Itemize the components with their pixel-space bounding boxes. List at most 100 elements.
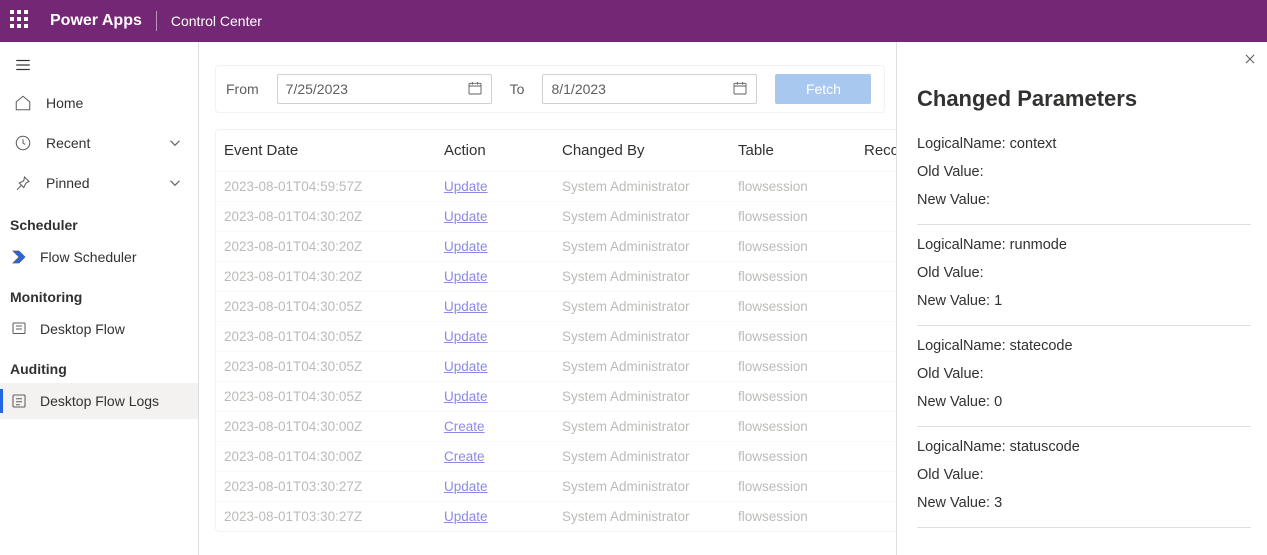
param-block: LogicalName: contextOld Value:New Value: (917, 124, 1251, 225)
cell-action: Create (444, 449, 562, 464)
cell-action: Create (444, 419, 562, 434)
cell-date: 2023-08-01T04:30:05Z (224, 359, 444, 374)
sidebar-item-label: Flow Scheduler (40, 249, 137, 265)
sidebar-item-desktop-flow[interactable]: Desktop Flow (0, 311, 198, 347)
cell-table: flowsession (738, 329, 864, 344)
sidebar-item-pinned[interactable]: Pinned (0, 163, 198, 203)
changed-parameters-panel: Changed Parameters LogicalName: contextO… (896, 42, 1267, 555)
cell-action: Update (444, 299, 562, 314)
app-launcher-icon[interactable] (10, 10, 32, 32)
sidebar-item-label: Home (46, 95, 83, 111)
flow-icon (10, 248, 28, 266)
app-header: Power Apps Control Center (0, 0, 1267, 42)
cell-changedby: System Administrator (562, 269, 738, 284)
cell-date: 2023-08-01T04:30:05Z (224, 329, 444, 344)
cell-table: flowsession (738, 179, 864, 194)
cell-changedby: System Administrator (562, 329, 738, 344)
col-header-action[interactable]: Action (444, 142, 562, 159)
desktop-icon (10, 320, 28, 338)
action-link[interactable]: Update (444, 269, 488, 284)
sidebar-item-home[interactable]: Home (0, 83, 198, 123)
sidebar-item-recent[interactable]: Recent (0, 123, 198, 163)
action-link[interactable]: Update (444, 479, 488, 494)
param-oldvalue: Old Value: (917, 360, 1251, 388)
cell-changedby: System Administrator (562, 179, 738, 194)
sidebar-item-flow-scheduler[interactable]: Flow Scheduler (0, 239, 198, 275)
sidebar-section-scheduler: Scheduler (0, 203, 198, 239)
from-label: From (226, 81, 259, 97)
param-newvalue: New Value: 0 (917, 388, 1251, 416)
cell-changedby: System Administrator (562, 509, 738, 524)
param-logicalname: LogicalName: runmode (917, 231, 1251, 259)
action-link[interactable]: Update (444, 389, 488, 404)
sidebar-item-label: Desktop Flow Logs (40, 393, 159, 409)
cell-action: Update (444, 269, 562, 284)
action-link[interactable]: Create (444, 449, 485, 464)
cell-table: flowsession (738, 209, 864, 224)
calendar-icon (467, 80, 483, 99)
param-logicalname: LogicalName: statuscode (917, 433, 1251, 461)
cell-changedby: System Administrator (562, 479, 738, 494)
from-date-value: 7/25/2023 (286, 81, 348, 97)
main-content: From 7/25/2023 To 8/1/2023 Fetch Event D… (199, 42, 1267, 555)
param-newvalue: New Value: 1 (917, 287, 1251, 315)
cell-table: flowsession (738, 389, 864, 404)
cell-changedby: System Administrator (562, 239, 738, 254)
from-date-input[interactable]: 7/25/2023 (277, 74, 492, 104)
sidebar-section-auditing: Auditing (0, 347, 198, 383)
cell-changedby: System Administrator (562, 359, 738, 374)
action-link[interactable]: Update (444, 299, 488, 314)
col-header-changedby[interactable]: Changed By (562, 142, 738, 159)
param-oldvalue: Old Value: (917, 259, 1251, 287)
logs-icon (10, 392, 28, 410)
action-link[interactable]: Create (444, 419, 485, 434)
to-date-value: 8/1/2023 (551, 81, 606, 97)
cell-action: Update (444, 239, 562, 254)
to-label: To (510, 81, 525, 97)
fetch-button[interactable]: Fetch (775, 74, 871, 104)
param-logicalname: LogicalName: statecode (917, 332, 1251, 360)
action-link[interactable]: Update (444, 239, 488, 254)
cell-action: Update (444, 479, 562, 494)
cell-table: flowsession (738, 449, 864, 464)
cell-table: flowsession (738, 359, 864, 374)
cell-changedby: System Administrator (562, 419, 738, 434)
cell-date: 2023-08-01T04:59:57Z (224, 179, 444, 194)
hamburger-button[interactable] (0, 50, 198, 83)
param-newvalue: New Value: (917, 186, 1251, 214)
cell-date: 2023-08-01T04:30:20Z (224, 209, 444, 224)
col-header-table[interactable]: Table (738, 142, 864, 159)
to-date-input[interactable]: 8/1/2023 (542, 74, 757, 104)
action-link[interactable]: Update (444, 329, 488, 344)
param-block: LogicalName: statecodeOld Value:New Valu… (917, 326, 1251, 427)
panel-title: Changed Parameters (917, 86, 1251, 112)
col-header-date[interactable]: Event Date (224, 142, 444, 159)
cell-action: Update (444, 509, 562, 524)
cell-date: 2023-08-01T03:30:27Z (224, 509, 444, 524)
cell-table: flowsession (738, 479, 864, 494)
cell-action: Update (444, 389, 562, 404)
cell-date: 2023-08-01T04:30:00Z (224, 419, 444, 434)
cell-changedby: System Administrator (562, 389, 738, 404)
cell-action: Update (444, 359, 562, 374)
cell-action: Update (444, 329, 562, 344)
param-block: LogicalName: statuscodeOld Value:New Val… (917, 427, 1251, 528)
home-icon (14, 94, 32, 112)
param-block: LogicalName: runmodeOld Value:New Value:… (917, 225, 1251, 326)
action-link[interactable]: Update (444, 359, 488, 374)
action-link[interactable]: Update (444, 509, 488, 524)
action-link[interactable]: Update (444, 209, 488, 224)
chevron-down-icon (166, 174, 184, 192)
sidebar-item-desktop-flow-logs[interactable]: Desktop Flow Logs (0, 383, 198, 419)
sidebar-item-label: Recent (46, 135, 90, 151)
calendar-icon (732, 80, 748, 99)
action-link[interactable]: Update (444, 179, 488, 194)
param-oldvalue: Old Value: (917, 158, 1251, 186)
close-button[interactable] (1243, 52, 1257, 70)
header-divider (156, 11, 157, 31)
filter-bar: From 7/25/2023 To 8/1/2023 Fetch (215, 65, 885, 113)
sidebar: Home Recent Pinned Scheduler F (0, 42, 199, 555)
cell-changedby: System Administrator (562, 449, 738, 464)
sidebar-section-monitoring: Monitoring (0, 275, 198, 311)
sidebar-item-label: Desktop Flow (40, 321, 125, 337)
